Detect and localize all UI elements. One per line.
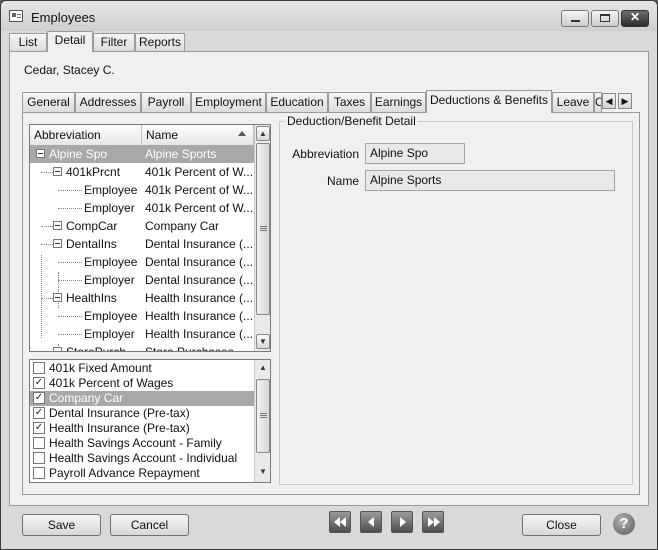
employee-name: Cedar, Stacey C. [24,63,115,77]
benefit-checklist[interactable]: 401k Fixed Amount ✓ 401k Percent of Wage… [29,359,271,483]
checkbox[interactable]: ✓ [33,422,45,434]
collapse-icon[interactable] [36,149,45,158]
tab-addresses[interactable]: Addresses [75,92,141,112]
collapse-icon[interactable] [53,347,62,351]
tree-row[interactable]: Employer Health Insurance (... [30,325,254,343]
tree-row[interactable]: HealthIns Health Insurance (... [30,289,254,307]
checkbox[interactable] [33,362,45,374]
previous-record-button[interactable] [360,511,382,533]
collapse-icon[interactable] [53,239,62,248]
tree-header: Abbreviation Name [30,125,254,146]
cancel-button[interactable]: Cancel [110,514,189,536]
first-record-button[interactable] [329,511,351,533]
list-item[interactable]: ✓ 401k Percent of Wages [30,376,254,391]
checkbox[interactable] [33,437,45,449]
tree-row[interactable]: Employee Health Insurance (... [30,307,254,325]
checkbox[interactable]: ✓ [33,392,45,404]
employees-window: Employees ✕ List Detail Filter Reports C… [0,0,658,550]
tab-payroll[interactable]: Payroll [141,92,191,112]
save-button[interactable]: Save [22,514,101,536]
minimize-button[interactable] [561,10,589,27]
tree-row[interactable]: CompCar Company Car [30,217,254,235]
deduction-tree[interactable]: Abbreviation Name Alpine Spo Alpine Spor… [29,124,271,352]
title-bar[interactable]: Employees ✕ [1,1,657,31]
tab-list[interactable]: List [9,33,47,51]
abbreviation-label: Abbreviation [292,147,359,161]
tree-row[interactable]: Employee Dental Insurance (... [30,253,254,271]
tab-partial[interactable]: C [594,92,602,112]
abbreviation-field[interactable]: Alpine Spo [365,143,465,164]
list-item[interactable]: ✓ Health Insurance (Pre-tax) [30,421,254,436]
tab-general[interactable]: General [22,92,75,112]
list-item[interactable]: Health Savings Account - Individual [30,451,254,466]
maximize-icon [600,14,610,22]
app-icon [9,10,23,22]
maximize-button[interactable] [591,10,619,27]
tab-employment[interactable]: Employment [191,92,266,112]
chevron-up-icon: ▲ [259,363,267,372]
tab-leave[interactable]: Leave [552,92,594,112]
collapse-icon[interactable] [53,293,62,302]
next-record-button[interactable] [391,511,413,533]
list-item[interactable]: Health Savings Account - Family [30,436,254,451]
checkbox[interactable] [33,467,45,479]
previous-icon [368,517,374,527]
name-label: Name [326,174,359,188]
name-field[interactable]: Alpine Sports [365,170,615,191]
column-header-abbreviation[interactable]: Abbreviation [30,125,142,145]
scroll-thumb[interactable] [256,143,270,315]
list-item[interactable]: Payroll Advance Repayment [30,466,254,481]
deductions-benefits-panel: Abbreviation Name Alpine Spo Alpine Spor… [22,112,640,495]
chevron-up-icon: ▲ [259,129,267,138]
tree-row[interactable]: Employer Dental Insurance (... [30,271,254,289]
scroll-thumb[interactable] [256,379,270,453]
list-item[interactable]: ✓ Dental Insurance (Pre-tax) [30,406,254,421]
minimize-icon [571,20,580,22]
tab-education[interactable]: Education [266,92,328,112]
tab-deductions-benefits[interactable]: Deductions & Benefits [426,90,552,113]
tab-filter[interactable]: Filter [93,33,135,51]
tree-row[interactable]: DentalIns Dental Insurance (... [30,235,254,253]
tab-taxes[interactable]: Taxes [328,92,371,112]
window-title: Employees [31,10,96,25]
collapse-icon[interactable] [53,167,62,176]
chevron-down-icon: ▼ [259,467,267,476]
checklist-scrollbar[interactable]: ▲ ▼ [254,360,270,482]
chevron-left-icon: ◀ [605,96,613,106]
chevron-down-icon: ▼ [259,337,267,346]
tree-scrollbar[interactable]: ▲ ▼ [254,125,270,351]
checkbox[interactable]: ✓ [33,407,45,419]
close-button[interactable]: Close [522,514,601,536]
detail-panel: Cedar, Stacey C. General Addresses Payro… [9,51,649,506]
help-icon[interactable]: ? [613,513,635,535]
list-item[interactable]: 401k Fixed Amount [30,361,254,376]
tree-row[interactable]: StorePurch Store Purchases [30,343,254,351]
close-icon: ✕ [629,10,641,24]
next-icon [400,517,406,527]
tab-reports[interactable]: Reports [135,33,185,51]
tree-row[interactable]: Employer 401k Percent of W... [30,199,254,217]
sort-ascending-icon [238,131,246,136]
tree-row[interactable]: Alpine Spo Alpine Sports [30,145,254,163]
checkbox[interactable]: ✓ [33,377,45,389]
scroll-down-button[interactable]: ▼ [256,465,270,480]
scroll-up-button[interactable]: ▲ [256,361,270,376]
collapse-icon[interactable] [53,221,62,230]
last-record-button[interactable] [422,511,444,533]
chevron-right-icon: ▶ [621,96,629,106]
deduction-detail-title: Deduction/Benefit Detail [285,114,418,128]
checkbox[interactable] [33,452,45,464]
tab-scroll-left-button[interactable]: ◀ [602,93,616,109]
scroll-up-button[interactable]: ▲ [256,126,270,141]
tree-row[interactable]: Employee 401k Percent of W... [30,181,254,199]
tab-detail[interactable]: Detail [47,31,93,52]
scroll-down-button[interactable]: ▼ [256,334,270,349]
tree-row[interactable]: 401kPrcnt 401k Percent of W... [30,163,254,181]
tab-earnings[interactable]: Earnings [371,92,426,112]
tab-scroll-right-button[interactable]: ▶ [618,93,632,109]
close-window-button[interactable]: ✕ [621,10,649,27]
list-item[interactable]: ✓ Company Car [30,391,254,406]
